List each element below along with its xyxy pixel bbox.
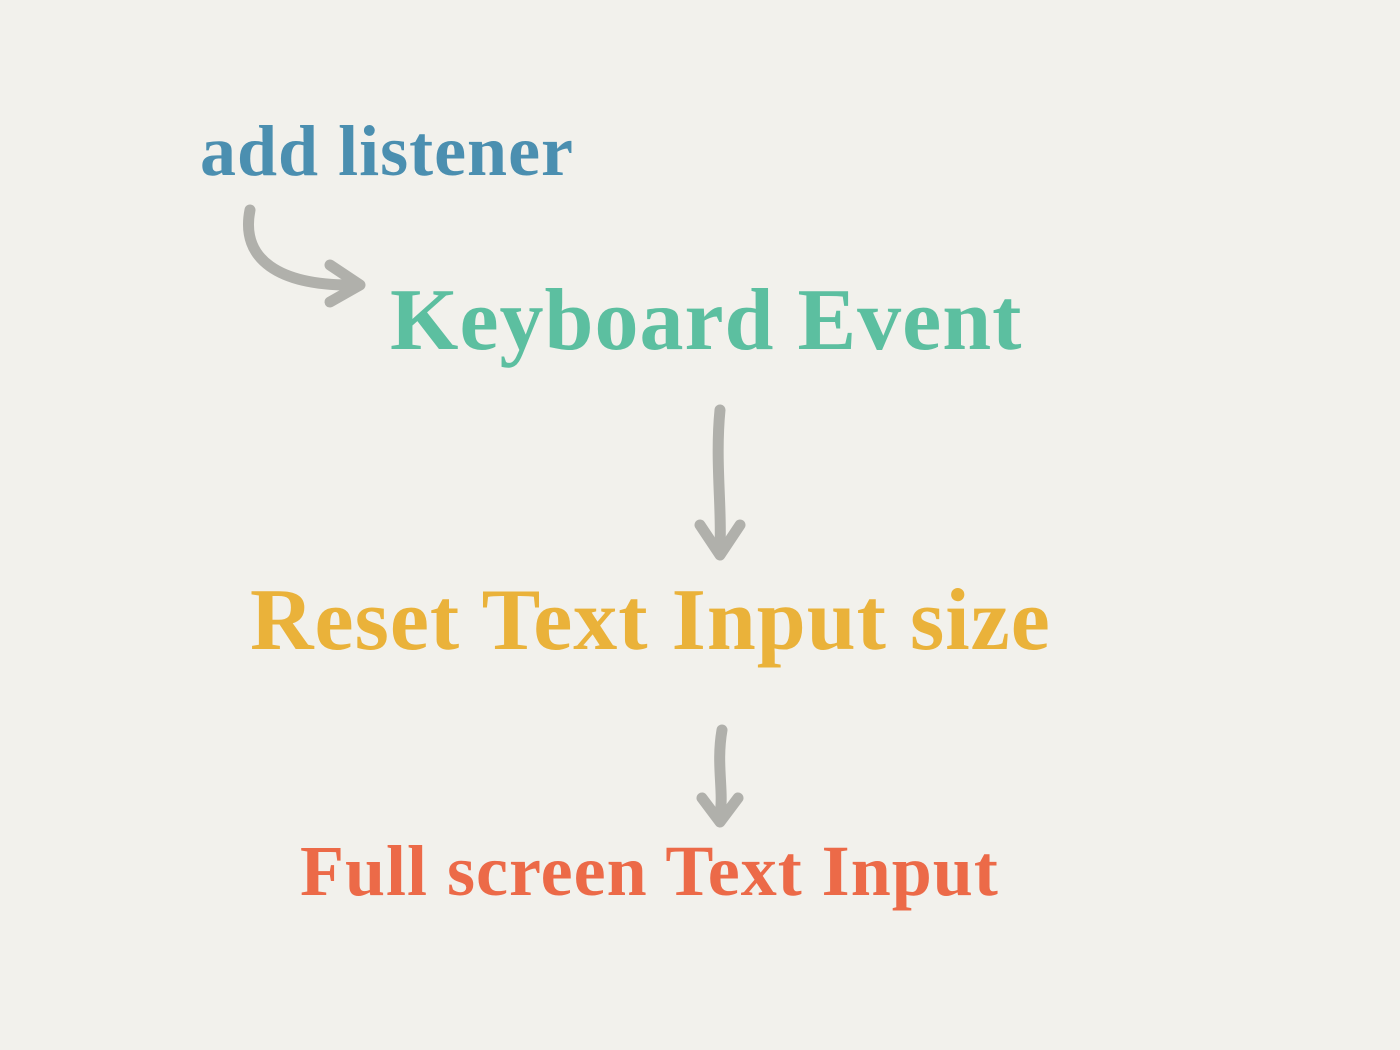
arrow-3 xyxy=(680,720,760,840)
arrow-1 xyxy=(230,200,390,320)
diagram-canvas: add listener Keyboard Event Reset Text I… xyxy=(0,0,1400,1050)
node-reset-text-input: Reset Text Input size xyxy=(250,570,1051,671)
node-fullscreen-text-input: Full screen Text Input xyxy=(300,830,999,913)
node-keyboard-event: Keyboard Event xyxy=(390,270,1022,371)
node-add-listener: add listener xyxy=(200,110,574,193)
arrow-2 xyxy=(680,400,760,570)
